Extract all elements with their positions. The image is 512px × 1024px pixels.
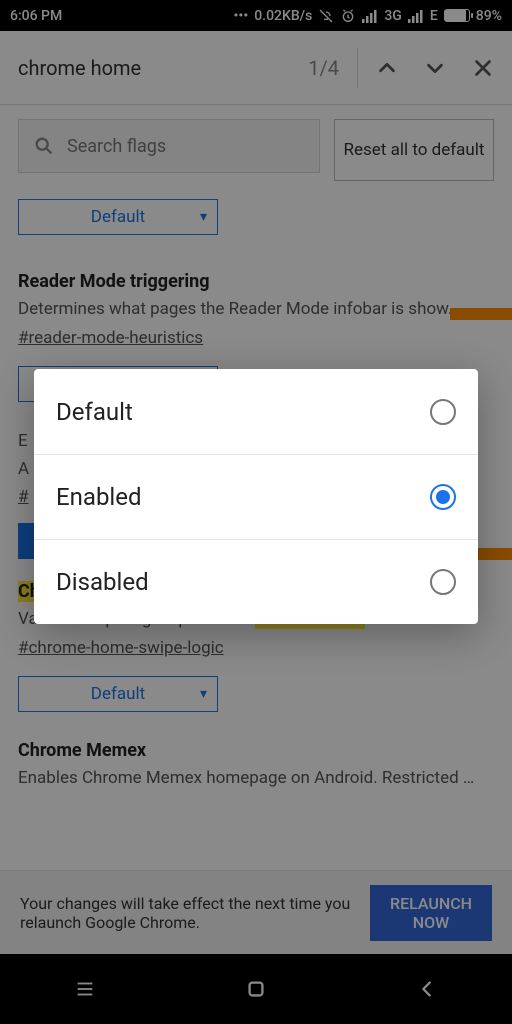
option-default[interactable]: Default	[34, 369, 478, 454]
option-enabled[interactable]: Enabled	[34, 454, 478, 539]
flag-value-dialog: Default Enabled Disabled	[34, 369, 478, 624]
option-disabled[interactable]: Disabled	[34, 539, 478, 624]
radio-selected-icon	[430, 484, 456, 510]
radio-unselected-icon	[430, 399, 456, 425]
radio-unselected-icon	[430, 569, 456, 595]
